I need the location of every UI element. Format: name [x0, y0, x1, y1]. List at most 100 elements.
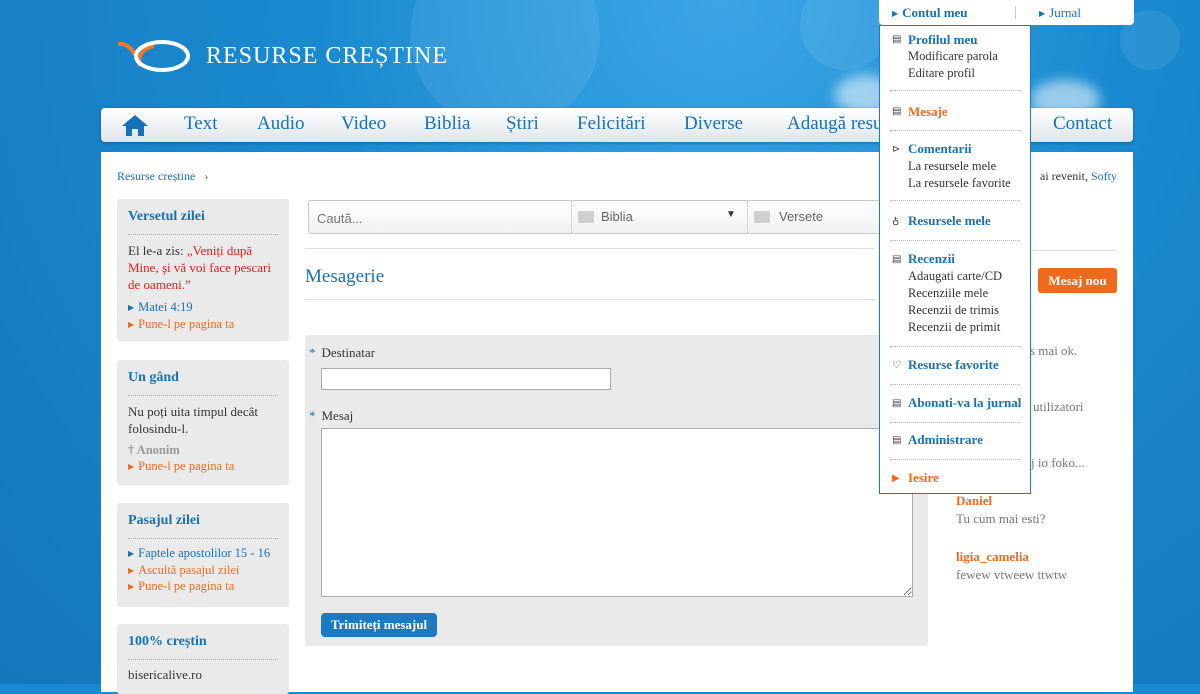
verse-embed-link[interactable]: ▶ Pune-l pe pagina ta [128, 317, 234, 332]
reviews-icon: ▤ [892, 254, 902, 265]
site-logo[interactable]: RESURSE CREȘTINE [114, 36, 448, 76]
book-select-value: Biblia [601, 209, 633, 224]
dropdown-comments-favorites[interactable]: La resursele favorite [908, 176, 1011, 191]
profile-icon: ▤ [892, 34, 902, 45]
nav-item-audio[interactable]: Audio [257, 113, 305, 135]
passage-listen-link[interactable]: ▶ Ascultă pasajul zilei [128, 563, 240, 578]
chevron-down-icon: ▼ [726, 209, 736, 220]
thought-author: † Anonim [128, 443, 180, 457]
divider [890, 90, 1020, 91]
breadcrumb-home[interactable]: Resurse creștine [117, 169, 195, 183]
divider [128, 538, 278, 539]
heart-icon: ♡ [892, 360, 901, 371]
dropdown-reviews-received[interactable]: Recenzii de primit [908, 320, 1000, 335]
book-select[interactable]: Biblia ▼ [571, 201, 746, 233]
account-menu-toggle[interactable]: ▶ Contul meu [892, 5, 968, 21]
nav-item-text[interactable]: Text [184, 113, 218, 135]
thought-text: Nu poți uita timpul decât folosindu-l. [128, 404, 258, 436]
messages-icon: ▤ [892, 106, 902, 117]
dropdown-logout[interactable]: Iesire [908, 470, 939, 486]
dropdown-subscribe[interactable]: Abonati-va la jurnal [908, 395, 1021, 411]
send-message-button[interactable]: Trimiteți mesajul [321, 613, 437, 637]
christian-site-link[interactable]: bisericalive.ro [128, 666, 278, 683]
journal-link[interactable]: ▶ Jurnal [1039, 5, 1081, 21]
user-link[interactable]: Softy [1091, 169, 1117, 183]
recipient-label: * Destinatar [309, 345, 375, 360]
triangle-icon: ▶ [128, 320, 135, 329]
passage-link[interactable]: ▶ Faptele apostolilor 15 - 16 [128, 546, 270, 561]
breadcrumb: Resurse creștine › [117, 169, 208, 184]
thought-embed-link[interactable]: ▶ Pune-l pe pagina ta [128, 459, 234, 474]
verse-title: Versetul zilei [128, 209, 205, 224]
home-icon[interactable] [121, 113, 149, 137]
required-mark: * [309, 408, 316, 423]
verse-select-value: Versete [779, 209, 824, 224]
new-message-button[interactable]: Mesaj nou [1038, 268, 1117, 293]
passage-box: Pasajul zilei ▶ Faptele apostolilor 15 - … [117, 503, 289, 607]
message-preview[interactable]: s mai ok. [1030, 343, 1077, 359]
divider [890, 240, 1020, 241]
message-preview[interactable]: utilizatori [1033, 399, 1084, 415]
logout-icon: ▶ [892, 473, 900, 484]
dropdown-my-resources[interactable]: Resursele mele [908, 213, 991, 229]
message-preview[interactable]: Tu cum mai esti? [956, 511, 1045, 527]
nav-item-stiri[interactable]: Știri [506, 113, 539, 135]
dropdown-edit-profile[interactable]: Editare profil [908, 66, 975, 81]
nav-item-video[interactable]: Video [341, 113, 386, 135]
comments-icon: ⊳ [892, 144, 901, 155]
divider [890, 346, 1020, 347]
divider [890, 130, 1020, 131]
dropdown-profile[interactable]: Profilul meu [908, 32, 977, 48]
folder-icon [754, 211, 770, 223]
journal-icon: ▤ [892, 398, 902, 409]
triangle-icon: ▶ [128, 566, 135, 575]
page-title: Mesagerie [305, 266, 385, 287]
message-preview[interactable]: j io foko... [1031, 455, 1085, 471]
verse-ref-link[interactable]: ▶ Matei 4:19 [128, 300, 193, 315]
message-preview[interactable]: fewew vtweew ttwtw [956, 567, 1067, 583]
dropdown-reviews[interactable]: Recenzii [908, 251, 955, 267]
message-textarea[interactable] [321, 428, 913, 597]
dropdown-comments-mine[interactable]: La resursele mele [908, 159, 996, 174]
logo-icon [117, 40, 190, 72]
triangle-icon: ▶ [128, 582, 135, 591]
nav-item-biblia[interactable]: Biblia [424, 113, 470, 135]
nav-item-contact[interactable]: Contact [1053, 113, 1112, 135]
divider [305, 248, 875, 249]
dropdown-favorites[interactable]: Resurse favorite [908, 357, 999, 373]
nav-item-felicitari[interactable]: Felicitări [577, 113, 646, 135]
dropdown-change-password[interactable]: Modificare parola [908, 49, 998, 64]
triangle-icon: ▶ [128, 549, 135, 558]
required-mark: * [309, 345, 316, 360]
dropdown-add-book[interactable]: Adaugati carte/CD [908, 269, 1002, 284]
resources-icon: ♁ [892, 216, 900, 227]
folder-icon [578, 211, 594, 223]
dropdown-reviews-to-send[interactable]: Recenzii de trimis [908, 303, 999, 318]
search-input[interactable] [315, 207, 569, 229]
passage-embed-link[interactable]: ▶ Pune-l pe pagina ta [128, 579, 234, 594]
triangle-icon: ▶ [892, 9, 899, 18]
nav-item-adauga[interactable]: Adaugă resu [787, 113, 883, 135]
divider [128, 234, 278, 235]
triangle-icon: ▶ [1039, 9, 1046, 18]
divider [128, 659, 278, 660]
dropdown-my-reviews[interactable]: Recenziile mele [908, 286, 988, 301]
verse-select[interactable]: Versete [747, 201, 888, 233]
divider [890, 384, 1020, 385]
dropdown-admin[interactable]: Administrare [908, 432, 983, 448]
divider [1015, 6, 1016, 19]
verse-text: El le-a zis: „Veniți după Mine, şi vă vo… [128, 242, 278, 293]
account-dropdown: ▤ Profilul meu Modificare parola Editare… [879, 25, 1031, 494]
account-bar: ▶ Contul meu ▶ Jurnal [879, 0, 1134, 25]
divider [890, 459, 1020, 460]
admin-icon: ▤ [892, 435, 902, 446]
dropdown-messages[interactable]: Mesaje [908, 104, 948, 120]
verse-box: Versetul zilei El le-a zis: „Veniți după… [117, 199, 289, 341]
divider [890, 200, 1020, 201]
message-sender[interactable]: Daniel [956, 493, 992, 509]
message-sender[interactable]: ligia_camelia [956, 549, 1029, 565]
passage-title: Pasajul zilei [128, 513, 200, 528]
recipient-input[interactable] [321, 368, 611, 390]
dropdown-comments[interactable]: Comentarii [908, 141, 972, 157]
nav-item-diverse[interactable]: Diverse [684, 113, 743, 135]
